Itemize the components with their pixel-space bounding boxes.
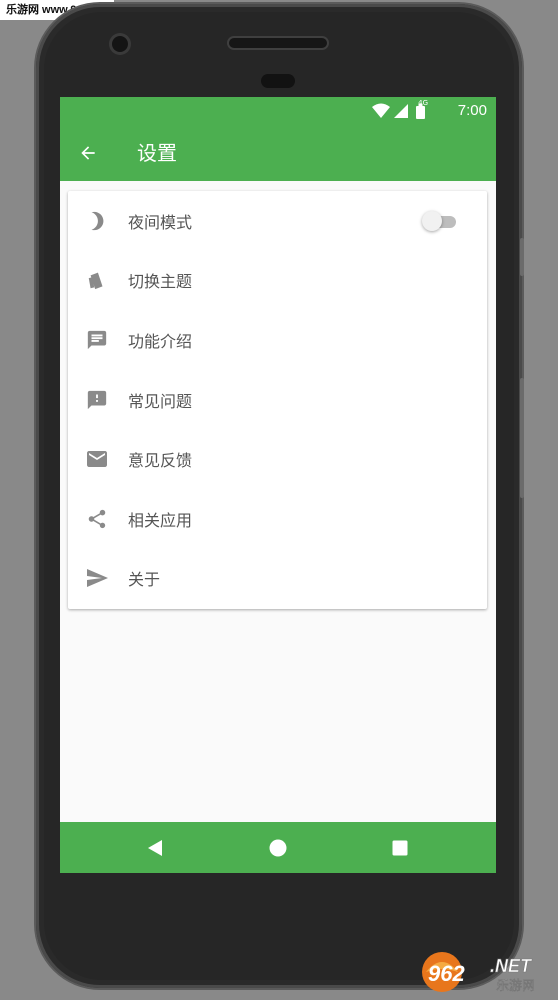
recents-square-icon — [392, 840, 408, 856]
page-title: 设置 — [137, 141, 177, 165]
settings-item-label: 关于 — [128, 570, 161, 590]
volume-button — [520, 378, 524, 498]
settings-item-label: 夜间模式 — [128, 212, 193, 232]
settings-item-night-mode[interactable]: 夜间模式 — [68, 191, 487, 251]
send-icon — [84, 565, 110, 591]
speaker-grille — [229, 38, 327, 48]
watermark-logo: 962 .NET 乐游网 — [418, 948, 552, 994]
settings-item-related-apps[interactable]: 相关应用 — [68, 489, 487, 549]
nav-recents-button[interactable] — [389, 837, 411, 859]
feedback-alert-icon — [84, 387, 110, 413]
message-icon — [84, 327, 110, 353]
mail-icon — [84, 446, 110, 472]
settings-item-feedback[interactable]: 意见反馈 — [68, 429, 487, 489]
svg-text:962: 962 — [428, 961, 465, 986]
svg-text:.NET: .NET — [490, 956, 533, 976]
settings-item-label: 常见问题 — [128, 391, 193, 411]
share-icon — [84, 506, 110, 532]
nav-back-button[interactable] — [144, 837, 166, 859]
status-time: 7:00 — [457, 102, 487, 119]
earpiece — [261, 74, 295, 88]
cell-signal-icon — [394, 104, 408, 118]
nav-home-button[interactable] — [267, 837, 289, 859]
settings-item-label: 意见反馈 — [128, 451, 193, 471]
settings-card: 夜间模式 切换主题 功能介绍 常见问题 意见反馈 相关应用 关于 — [68, 191, 487, 609]
settings-item-about[interactable]: 关于 — [68, 549, 487, 609]
home-circle-icon — [269, 839, 287, 857]
toggle-thumb — [422, 210, 442, 231]
network-type-label: 4G — [418, 99, 428, 107]
wifi-icon — [372, 103, 390, 118]
app-screen: 4G 7:00 设置 夜间模式 切换主题 功能介绍 常见问题 意见反馈 相关应用… — [60, 97, 496, 873]
moon-icon — [84, 208, 110, 234]
back-button[interactable] — [74, 139, 102, 167]
status-bar: 4G 7:00 — [60, 97, 496, 125]
system-nav-bar — [60, 822, 496, 873]
settings-item-faq[interactable]: 常见问题 — [68, 370, 487, 430]
settings-item-label: 切换主题 — [128, 272, 193, 292]
settings-item-label: 功能介绍 — [128, 331, 193, 351]
power-button — [520, 238, 524, 276]
front-camera — [112, 36, 128, 52]
toolbar: 设置 — [60, 125, 496, 181]
svg-text:乐游网: 乐游网 — [496, 978, 535, 994]
palette-cards-icon — [84, 267, 110, 293]
settings-item-features[interactable]: 功能介绍 — [68, 310, 487, 370]
back-triangle-icon — [148, 840, 162, 856]
night-mode-toggle[interactable] — [422, 210, 458, 232]
settings-item-theme[interactable]: 切换主题 — [68, 251, 487, 311]
arrow-left-icon — [81, 146, 95, 160]
settings-item-label: 相关应用 — [128, 510, 193, 530]
